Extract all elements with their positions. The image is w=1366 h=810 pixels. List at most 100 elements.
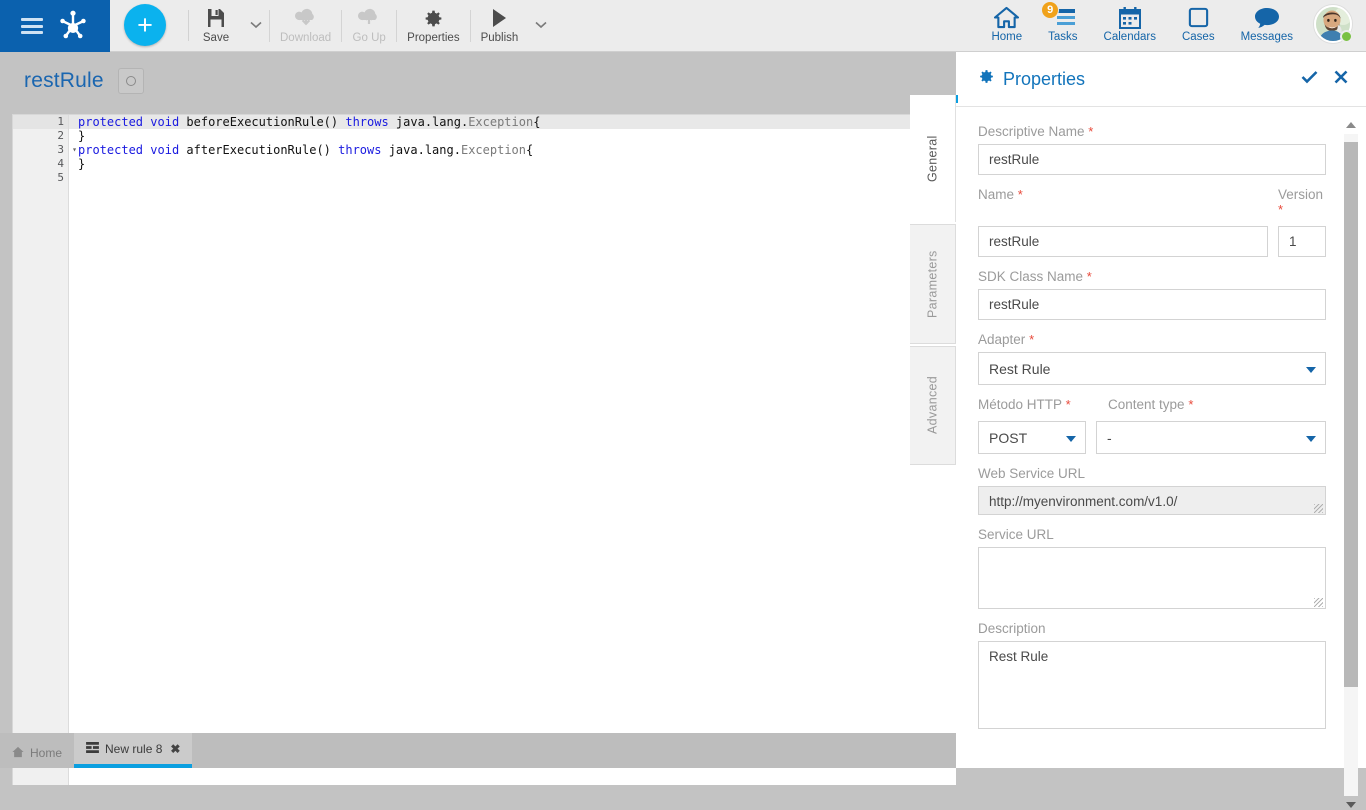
go-up-label: Go Up xyxy=(352,32,386,44)
name-version-labels: Name * Version * xyxy=(978,187,1326,222)
nav-home[interactable]: Home xyxy=(978,0,1035,43)
editor-code-area[interactable]: protected void beforeExecutionRule() thr… xyxy=(69,115,956,185)
properties-scrollbar[interactable] xyxy=(1344,120,1358,810)
properties-button[interactable]: Properties xyxy=(397,0,469,44)
code-token: } xyxy=(78,157,86,171)
chevron-down-icon xyxy=(1066,435,1076,442)
properties-label: Properties xyxy=(407,32,460,44)
content-type-select[interactable]: - xyxy=(1096,421,1326,454)
sdk-class-name-input[interactable] xyxy=(978,289,1326,320)
version-label-text: Version xyxy=(1278,187,1324,202)
scroll-up-arrow-icon[interactable] xyxy=(1346,122,1356,128)
properties-general-form: Descriptive Name * Name * Version * xyxy=(956,108,1366,768)
play-triangle-icon xyxy=(489,5,509,31)
tab-general[interactable]: General xyxy=(910,95,956,222)
bottom-tab-label: New rule 8 xyxy=(105,741,163,756)
nav-calendars-label: Calendars xyxy=(1103,31,1156,43)
nav-cases[interactable]: Cases xyxy=(1169,0,1228,43)
field-name-version: Name * Version * xyxy=(978,187,1326,257)
go-up-button[interactable]: Go Up xyxy=(342,0,396,44)
brand-block xyxy=(0,0,110,52)
description-textarea[interactable]: Rest Rule xyxy=(978,641,1326,729)
code-token: afterExecutionRule() xyxy=(179,143,339,157)
code-token: } xyxy=(78,129,86,143)
content-type-label: Content type * xyxy=(1108,397,1326,412)
version-input[interactable] xyxy=(1278,226,1326,257)
chevron-down-icon xyxy=(535,21,547,29)
service-url-textarea[interactable] xyxy=(978,547,1326,609)
bottom-tab-new-rule-8[interactable]: New rule 8 ✖ xyxy=(74,733,193,768)
close-x-icon[interactable]: ✖ xyxy=(170,742,180,756)
required-marker: * xyxy=(1029,332,1035,347)
adapter-select[interactable]: Rest Rule xyxy=(978,352,1326,385)
properties-title: Properties xyxy=(1003,68,1086,89)
name-label-text: Name xyxy=(978,187,1015,202)
descriptive-name-label: Descriptive Name * xyxy=(978,124,1326,139)
plus-icon: + xyxy=(137,9,153,40)
code-token: { xyxy=(533,115,541,129)
http-method-label: Método HTTP * xyxy=(978,397,1098,412)
save-dropdown-chevron[interactable] xyxy=(243,0,269,52)
descriptive-name-label-text: Descriptive Name xyxy=(978,124,1085,139)
download-cloud-icon xyxy=(294,5,318,31)
version-label: Version * xyxy=(1278,187,1326,217)
frogfoot-logo-icon[interactable] xyxy=(56,9,90,43)
web-service-url-label: Web Service URL xyxy=(978,466,1086,481)
resize-grip-icon[interactable] xyxy=(1314,504,1323,513)
tab-advanced[interactable]: Advanced xyxy=(910,346,956,465)
close-x-icon[interactable] xyxy=(1334,69,1348,89)
code-token: void xyxy=(150,143,180,157)
nav-calendars[interactable]: Calendars xyxy=(1091,0,1169,43)
online-status-dot xyxy=(1340,30,1353,43)
service-url-label: Service URL xyxy=(978,527,1054,542)
code-line[interactable]: protected void afterExecutionRule() thro… xyxy=(69,143,956,157)
nav-messages[interactable]: Messages xyxy=(1228,0,1306,43)
sdk-class-name-label: SDK Class Name * xyxy=(978,269,1326,284)
field-adapter: Adapter * Rest Rule xyxy=(978,332,1326,385)
code-editor[interactable]: 1▾23▾45 protected void beforeExecutionRu… xyxy=(12,114,956,785)
code-line[interactable] xyxy=(69,171,956,185)
publish-dropdown-chevron[interactable] xyxy=(528,0,554,52)
code-line[interactable]: protected void beforeExecutionRule() thr… xyxy=(69,115,956,129)
field-service-url: Service URL xyxy=(978,527,1326,609)
name-version-inputs xyxy=(978,226,1326,257)
nav-tasks[interactable]: 9 Tasks xyxy=(1035,0,1090,43)
scroll-down-arrow-icon[interactable] xyxy=(1346,802,1356,808)
gear-icon xyxy=(978,68,995,90)
field-descriptive-name: Descriptive Name * xyxy=(978,124,1326,175)
code-token: beforeExecutionRule() xyxy=(179,115,346,129)
publish-label: Publish xyxy=(480,32,519,44)
web-service-url-wrapper: http://myenvironment.com/v1.0/ xyxy=(978,486,1326,515)
gear-icon xyxy=(423,5,444,31)
bottom-tab-home[interactable]: Home xyxy=(0,738,75,768)
avatar[interactable] xyxy=(1314,5,1353,43)
confirm-check-icon[interactable] xyxy=(1301,69,1318,89)
publish-button[interactable]: Publish xyxy=(471,0,529,44)
web-service-url-textarea[interactable]: http://myenvironment.com/v1.0/ xyxy=(978,486,1326,515)
gutter-line: 5 xyxy=(57,171,64,184)
descriptive-name-input[interactable] xyxy=(978,144,1326,175)
adapter-label-text: Adapter xyxy=(978,332,1026,347)
add-new-button[interactable]: + xyxy=(124,4,166,46)
save-button[interactable]: Save xyxy=(189,0,243,44)
rule-small-icon xyxy=(86,741,99,756)
code-line[interactable]: } xyxy=(69,129,956,143)
top-navigation: Home 9 Tasks Calendars Cases Messages xyxy=(978,0,1366,52)
download-label: Download xyxy=(280,32,332,44)
save-floppy-icon xyxy=(205,5,227,31)
code-token: protected xyxy=(78,115,144,129)
code-token: Exception xyxy=(460,143,526,157)
hamburger-icon[interactable] xyxy=(20,18,43,34)
save-label: Save xyxy=(202,32,230,44)
http-method-select[interactable]: POST xyxy=(978,421,1086,454)
calendar-icon xyxy=(1118,4,1142,31)
download-button[interactable]: Download xyxy=(270,0,341,44)
scrollbar-thumb[interactable] xyxy=(1344,142,1358,687)
rule-status-button[interactable] xyxy=(117,68,144,94)
tab-parameters[interactable]: Parameters xyxy=(910,224,956,344)
gutter-line: 3 ▾ xyxy=(57,143,77,156)
rule-title-row: restRule xyxy=(0,52,956,104)
resize-grip-icon[interactable] xyxy=(1314,598,1323,607)
code-line[interactable]: } xyxy=(69,157,956,171)
name-input[interactable] xyxy=(978,226,1268,257)
